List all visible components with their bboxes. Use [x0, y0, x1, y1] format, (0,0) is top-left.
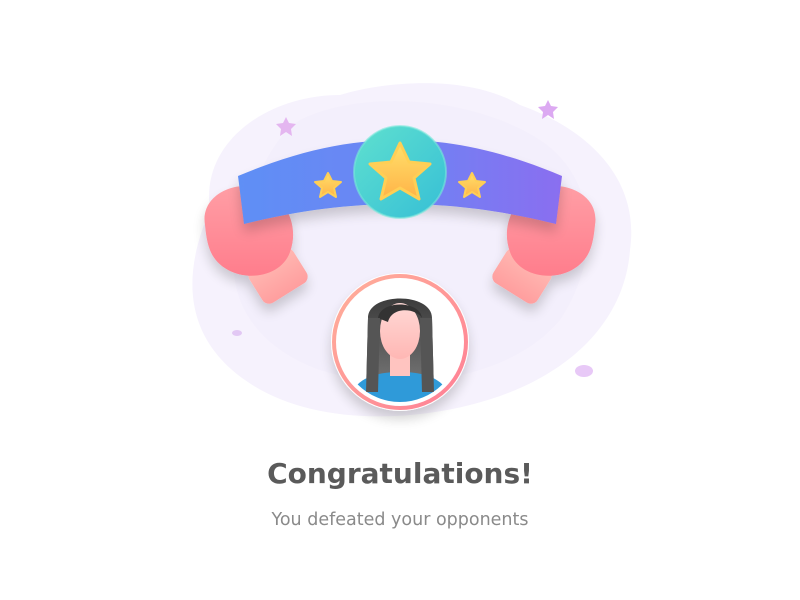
victory-illustration [192, 83, 632, 417]
user-avatar-icon [331, 273, 469, 411]
sparkle-dot [232, 330, 242, 336]
page-title: Congratulations! [267, 457, 533, 490]
victory-screen: Congratulations! You defeated your oppon… [0, 0, 800, 600]
sparkle-dot [575, 365, 593, 377]
subtitle-message: You defeated your opponents [271, 510, 529, 530]
